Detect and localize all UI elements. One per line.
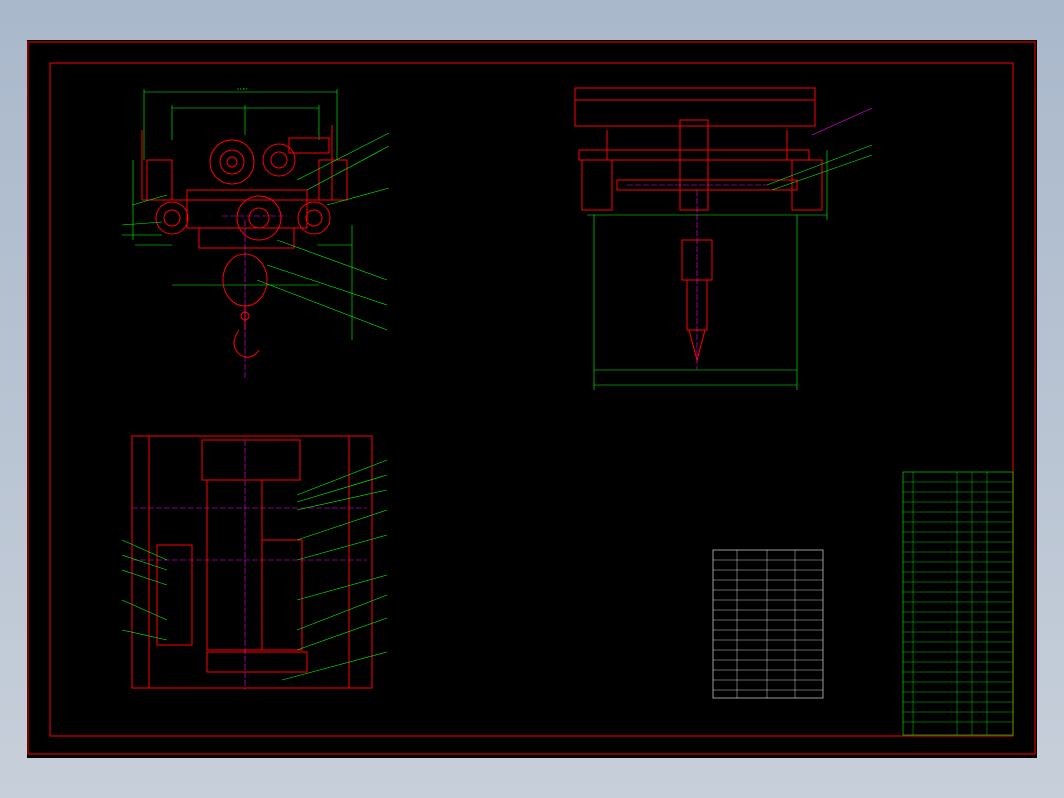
spec-table <box>712 549 824 699</box>
title-block <box>902 471 1014 736</box>
drawing-canvas: 2 1 8 7 <box>27 41 1036 755</box>
plan-view <box>121 435 388 690</box>
sheet-inner-border <box>49 62 1014 737</box>
sheet-outer-border <box>27 41 1036 755</box>
side-view <box>574 87 873 390</box>
front-view: 2 1 8 7 <box>121 87 390 380</box>
cad-drawing-viewport[interactable]: 2 1 8 7 <box>27 40 1037 758</box>
front-view-dim-width: 2 1 8 7 <box>237 87 248 91</box>
